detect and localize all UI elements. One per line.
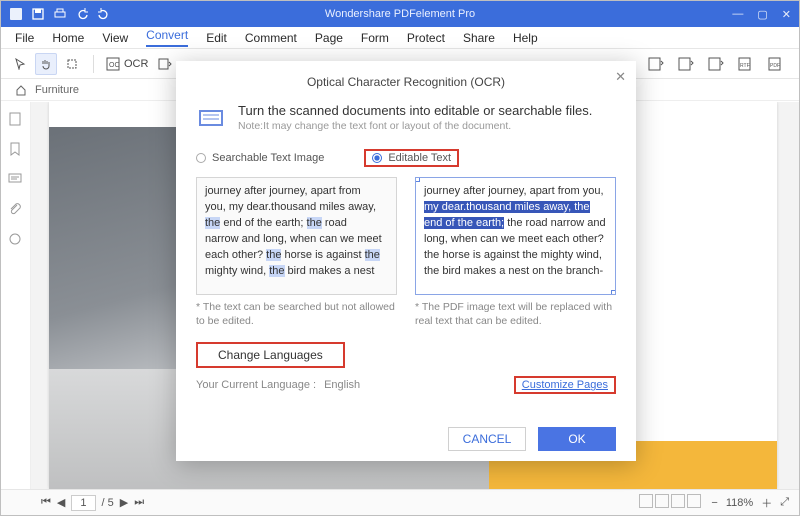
convert-dropdown[interactable] [154,53,176,75]
menu-share[interactable]: Share [463,31,495,45]
preview-caption: * The text can be searched but not allow… [196,301,397,328]
menu-edit[interactable]: Edit [206,31,227,45]
to-pdf-icon[interactable]: PDF [765,53,787,75]
cursor-tool[interactable] [9,53,31,75]
radio-editable[interactable]: Editable Text [364,149,459,167]
comments-icon[interactable] [8,172,24,188]
menubar: File Home View Convert Edit Comment Page… [1,27,799,49]
fit-icon[interactable]: ⤢ [780,496,789,509]
last-page-icon[interactable]: ⏭ [134,496,144,509]
select-tool[interactable] [61,53,83,75]
dialog-heading: Turn the scanned documents into editable… [238,103,592,118]
menu-form[interactable]: Form [361,31,389,45]
print-icon[interactable] [53,7,67,21]
thumbnails-icon[interactable] [8,112,24,128]
redo-icon[interactable] [97,7,111,21]
to-ppt-icon[interactable] [705,53,727,75]
change-languages-button[interactable]: Change Languages [196,342,345,368]
zoom-out-icon[interactable]: − [711,497,717,509]
preview-searchable: journey after journey, apart from you, m… [196,177,397,328]
dialog-title: Optical Character Recognition (OCR) [196,75,616,89]
hand-tool[interactable] [35,53,57,75]
first-page-icon[interactable]: ⏮ [41,496,51,509]
page-input[interactable]: 1 [71,495,95,511]
ocr-label: OCR [124,58,148,70]
minimize-icon[interactable]: — [732,8,743,21]
ocr-dialog: Optical Character Recognition (OCR) ✕ Tu… [176,61,636,461]
menu-file[interactable]: File [15,31,34,45]
zoom-in-icon[interactable]: ＋ [761,495,772,511]
menu-home[interactable]: Home [52,31,84,45]
svg-text:PDF: PDF [770,63,780,69]
undo-icon[interactable] [75,7,89,21]
menu-comment[interactable]: Comment [245,31,297,45]
dialog-note: Note:It may change the text font or layo… [238,120,592,132]
menu-view[interactable]: View [102,31,128,45]
radio-searchable[interactable]: Searchable Text Image [196,149,324,167]
next-page-icon[interactable]: ▶ [120,496,128,509]
chat-icon[interactable] [8,232,24,248]
ok-button[interactable]: OK [538,427,616,451]
statusbar: ⏮ ◀ 1 / 5 ▶ ⏭ − 118% ＋ ⤢ [1,489,799,515]
close-icon[interactable]: ✕ [782,8,791,21]
bookmarks-icon[interactable] [8,142,24,158]
menu-convert[interactable]: Convert [146,28,188,47]
radio-label: Editable Text [388,152,451,164]
prev-page-icon[interactable]: ◀ [57,496,65,509]
radio-label: Searchable Text Image [212,152,324,164]
preview-caption: * The PDF image text will be replaced wi… [415,301,616,328]
scanner-icon [196,103,226,133]
to-rtf-icon[interactable]: RTF [735,53,757,75]
titlebar: Wondershare PDFelement Pro — ▢ ✕ [1,1,799,27]
left-sidebar [1,102,31,489]
ocr-button[interactable]: OCR OCR [100,55,154,73]
current-language-value: English [324,379,360,391]
page-total: / 5 [102,497,114,509]
breadcrumb-item[interactable]: Furniture [35,84,79,96]
maximize-icon[interactable]: ▢ [757,8,767,21]
ocr-icon: OCR [106,57,120,71]
svg-text:OCR: OCR [109,62,120,69]
radio-icon [196,153,206,163]
customize-pages-link[interactable]: Customize Pages [514,376,616,394]
save-icon[interactable] [31,7,45,21]
view-modes[interactable] [639,494,703,511]
to-word-icon[interactable] [645,53,667,75]
preview-editable: journey after journey, apart from you, m… [415,177,616,328]
svg-text:RTF: RTF [740,63,750,69]
menu-page[interactable]: Page [315,31,343,45]
dialog-close-icon[interactable]: ✕ [615,69,626,85]
current-language-label: Your Current Language : [196,379,316,391]
app-title: Wondershare PDFelement Pro [325,8,475,20]
attachments-icon[interactable] [8,202,24,218]
app-icon [9,7,23,21]
radio-icon [372,153,382,163]
cancel-button[interactable]: CANCEL [448,427,526,451]
to-excel-icon[interactable] [675,53,697,75]
menu-help[interactable]: Help [513,31,538,45]
home-icon[interactable] [15,84,27,96]
zoom-value: 118% [726,497,753,509]
menu-protect[interactable]: Protect [407,31,445,45]
